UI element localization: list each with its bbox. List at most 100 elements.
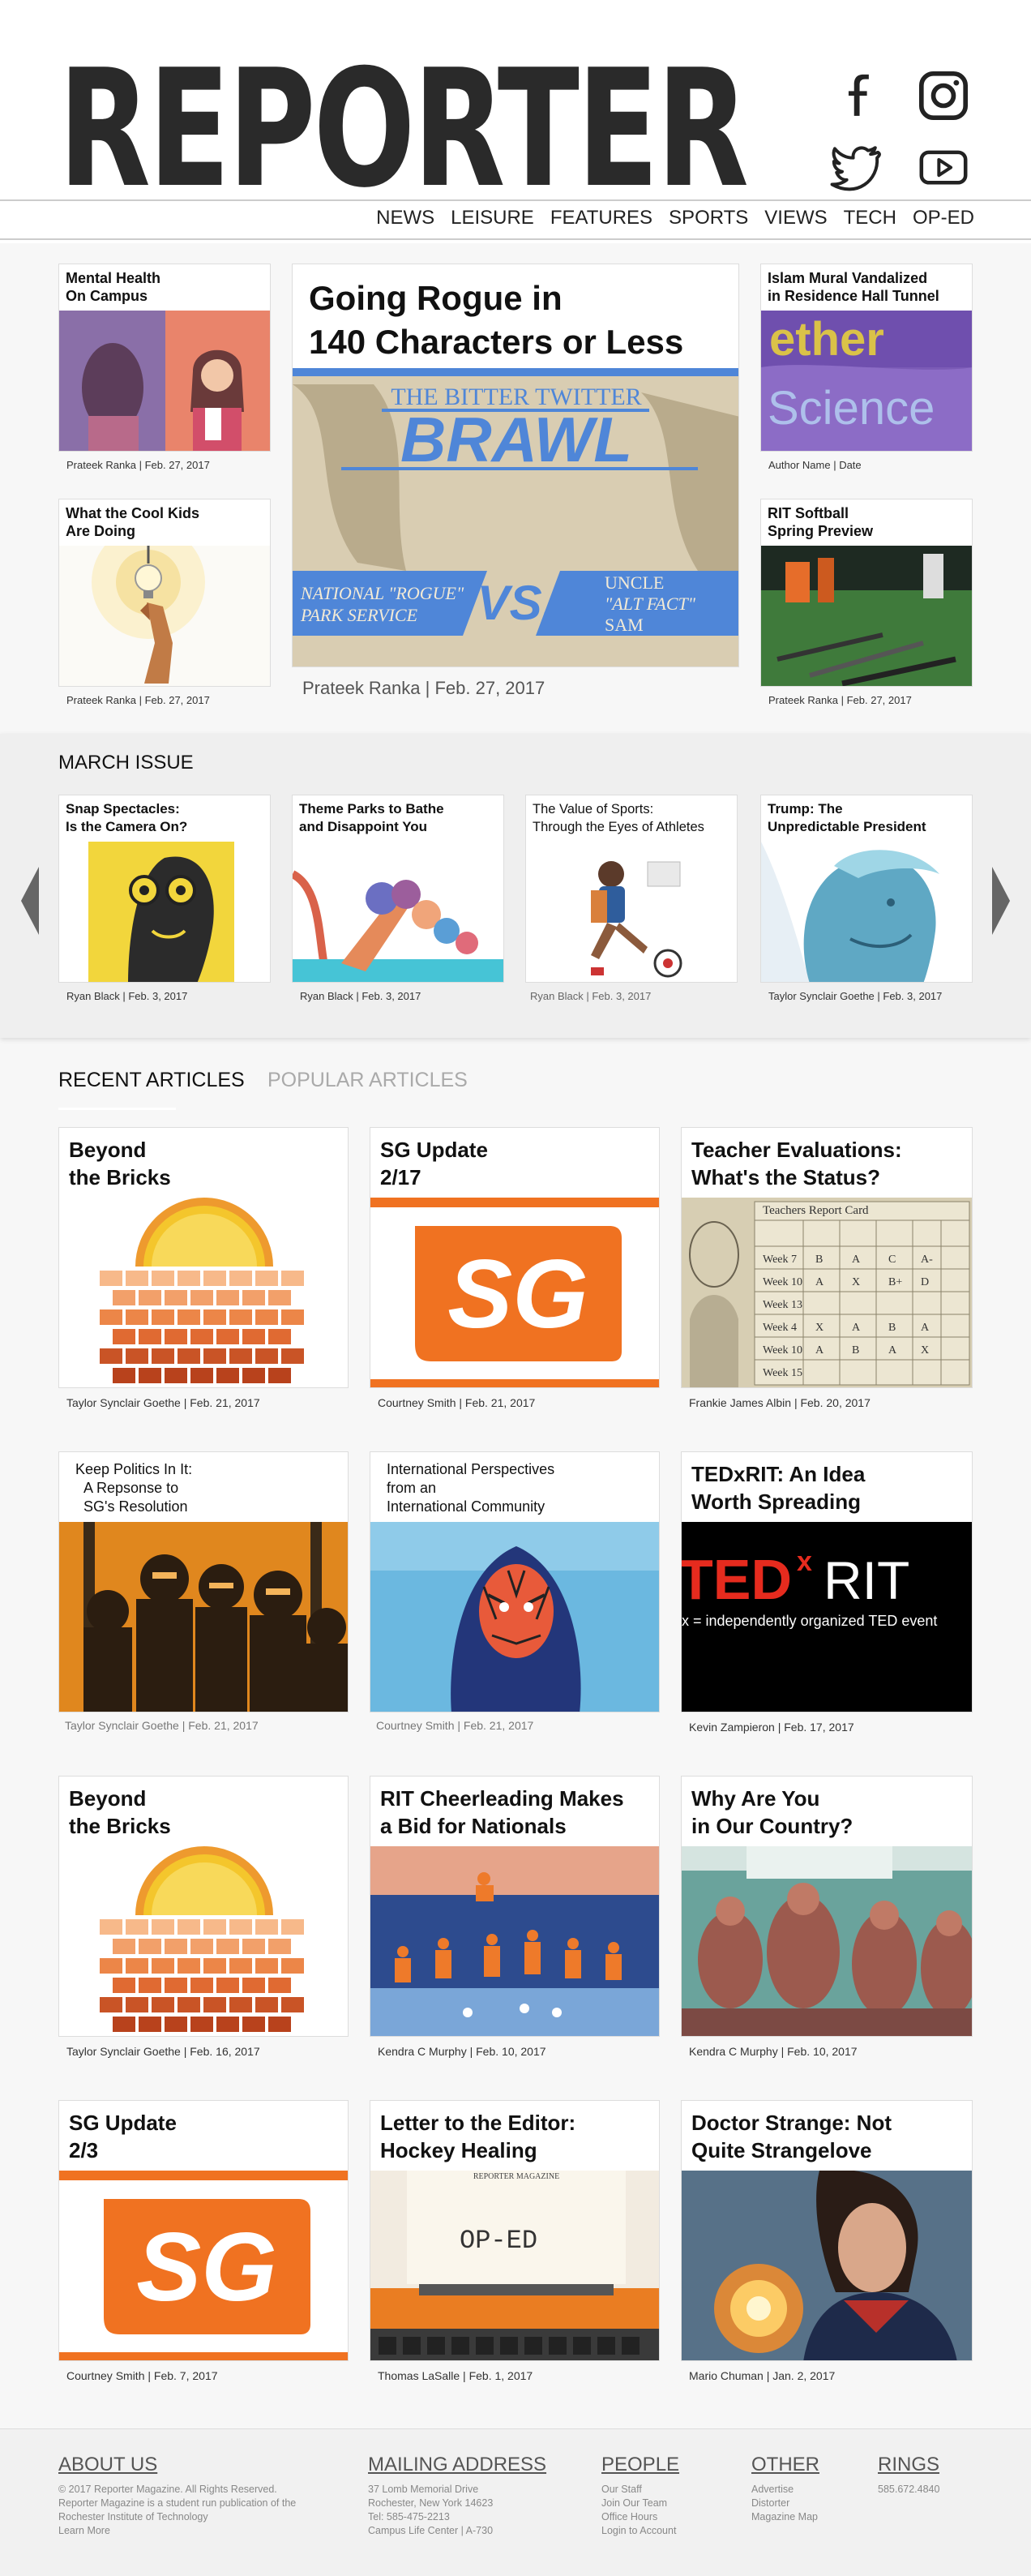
- nav-features[interactable]: FEATURES: [550, 207, 652, 229]
- tab-active-indicator: [58, 1108, 176, 1110]
- hero-image: THE BITTER TWITTER BRAWL VS. NATIONAL "R…: [293, 368, 738, 667]
- svg-text:SAM: SAM: [605, 615, 644, 635]
- image-masthead: REPORTER MAGAZINE: [473, 2172, 559, 2181]
- svg-text:B+: B+: [888, 1276, 902, 1288]
- footer-learn-more-link[interactable]: Learn More: [58, 2524, 296, 2538]
- svg-text:A: A: [921, 1322, 930, 1334]
- article-card[interactable]: Keep Politics In It: A Repsonse to SG's …: [58, 1451, 349, 1712]
- article-card-softball[interactable]: RIT Softball Spring Preview: [760, 499, 973, 687]
- article-title: Doctor Strange: Not Quite Strangelove: [691, 2111, 892, 2162]
- hero-image-main: BRAWL: [400, 404, 632, 475]
- article-card[interactable]: RIT Cheerleading Makes a Bid for Nationa…: [370, 1776, 660, 2037]
- carousel-prev-arrow[interactable]: [19, 867, 41, 935]
- nav-op-ed[interactable]: OP-ED: [913, 207, 974, 229]
- footer-link-our-staff[interactable]: Our Staff: [601, 2483, 679, 2497]
- article-image: [682, 2169, 972, 2360]
- march-card-value-sports[interactable]: The Value of Sports: Through the Eyes of…: [525, 795, 738, 983]
- footer-other-title[interactable]: OTHER: [751, 2454, 819, 2476]
- article-image: [59, 1846, 348, 2036]
- article-image: [682, 1846, 972, 2036]
- article-title: Mental Health On Campus: [66, 270, 161, 304]
- svg-text:ether: ether: [769, 313, 884, 366]
- footer-mailing-line: Rochester, New York 14623: [368, 2497, 494, 2509]
- footer-about-line: Rochester Institute of Technology: [58, 2511, 208, 2522]
- footer-link-advertise[interactable]: Advertise: [751, 2483, 819, 2497]
- article-byline: Thomas LaSalle | Feb. 1, 2017: [378, 2369, 533, 2382]
- footer-about-line: © 2017 Reporter Magazine. All Rights Res…: [58, 2484, 277, 2495]
- article-image: [761, 546, 972, 686]
- nav-tech[interactable]: TECH: [844, 207, 896, 229]
- article-title: Keep Politics In It: A Repsonse to SG's …: [75, 1461, 193, 1515]
- article-card[interactable]: SG Update 2/17 SG: [370, 1127, 660, 1388]
- svg-text:Science: Science: [768, 382, 935, 435]
- article-image: SG: [59, 2171, 348, 2360]
- youtube-icon[interactable]: [914, 138, 973, 196]
- article-card[interactable]: Letter to the Editor: Hockey Healing REP…: [370, 2100, 660, 2361]
- tab-popular-articles[interactable]: POPULAR ARTICLES: [267, 1069, 468, 1092]
- instagram-icon[interactable]: [914, 66, 973, 125]
- article-byline: Kevin Zampieron | Feb. 17, 2017: [689, 1721, 854, 1734]
- article-image: [59, 1198, 348, 1387]
- article-card-cool-kids[interactable]: What the Cool Kids Are Doing: [58, 499, 271, 687]
- svg-text:Week 7: Week 7: [763, 1254, 797, 1266]
- article-card[interactable]: TEDxRIT: An Idea Worth Spreading TED x R…: [681, 1451, 973, 1712]
- article-card[interactable]: Why Are You in Our Country?: [681, 1776, 973, 2037]
- article-title: The Value of Sports: Through the Eyes of…: [533, 802, 704, 834]
- article-card[interactable]: Teacher Evaluations: What's the Status? …: [681, 1127, 973, 1388]
- footer-people-title[interactable]: PEOPLE: [601, 2454, 679, 2476]
- footer-link-magazine-map[interactable]: Magazine Map: [751, 2510, 819, 2524]
- nav-news[interactable]: NEWS: [376, 207, 434, 229]
- footer-link-login[interactable]: Login to Account: [601, 2524, 679, 2538]
- svg-text:A: A: [815, 1276, 824, 1288]
- article-card[interactable]: Beyond the Bricks: [58, 1776, 349, 2037]
- footer-link-office-hours[interactable]: Office Hours: [601, 2510, 679, 2524]
- svg-text:Week 10: Week 10: [763, 1276, 802, 1288]
- svg-text:D: D: [921, 1276, 929, 1288]
- article-card[interactable]: Doctor Strange: Not Quite Strangelove: [681, 2100, 973, 2361]
- article-byline: Mario Chuman | Jan. 2, 2017: [689, 2369, 836, 2382]
- hero-byline: Prateek Ranka | Feb. 27, 2017: [302, 678, 545, 698]
- svg-text:UNCLE: UNCLE: [605, 572, 664, 593]
- nav-views[interactable]: VIEWS: [764, 207, 827, 229]
- article-card-islam-mural[interactable]: Islam Mural Vandalized in Residence Hall…: [760, 264, 973, 452]
- footer-mailing-line: 37 Lomb Memorial Drive: [368, 2484, 479, 2495]
- site-header: REPORTER NEWS LEISURE FEATURES SPORTS VI…: [0, 0, 1031, 243]
- svg-text:A-: A-: [921, 1254, 933, 1266]
- ted-logo-x: x: [797, 1546, 812, 1577]
- article-title: Snap Spectacles: Is the Camera On?: [66, 801, 188, 834]
- article-card-mental-health[interactable]: Mental Health On Campus: [58, 264, 271, 452]
- facebook-icon[interactable]: [827, 66, 885, 125]
- article-card[interactable]: SG Update 2/3 SG: [58, 2100, 349, 2361]
- footer-about-title[interactable]: ABOUT US: [58, 2454, 296, 2476]
- article-card[interactable]: Beyond the Bricks: [58, 1127, 349, 1388]
- article-title: What the Cool Kids Are Doing: [66, 505, 199, 539]
- article-card[interactable]: International Perspectives from an Inter…: [370, 1451, 660, 1712]
- article-title: Teacher Evaluations: What's the Status?: [691, 1138, 902, 1189]
- carousel-next-arrow[interactable]: [990, 867, 1012, 935]
- article-title: Theme Parks to Bathe and Disappoint You: [299, 801, 444, 834]
- footer-link-join[interactable]: Join Our Team: [601, 2497, 679, 2510]
- svg-text:X: X: [921, 1344, 929, 1357]
- article-image: [59, 1522, 348, 1712]
- svg-text:X: X: [815, 1322, 824, 1334]
- march-card-trump[interactable]: Trump: The Unpredictable President: [760, 795, 973, 983]
- twitter-icon[interactable]: [827, 138, 885, 196]
- article-image: [526, 842, 737, 982]
- site-logo[interactable]: REPORTER: [58, 49, 749, 211]
- nav-sports[interactable]: SPORTS: [669, 207, 748, 229]
- footer-rings-phone: 585.672.4840: [878, 2484, 940, 2495]
- march-card-theme-parks[interactable]: Theme Parks to Bathe and Disappoint You: [292, 795, 504, 983]
- footer-rings-title[interactable]: RINGS: [878, 2454, 939, 2476]
- article-title: International Perspectives from an Inter…: [387, 1461, 555, 1515]
- svg-text:Week 10: Week 10: [763, 1344, 802, 1357]
- article-byline: Frankie James Albin | Feb. 20, 2017: [689, 1396, 871, 1409]
- sg-logo-text: SG: [447, 1240, 588, 1348]
- march-card-snap[interactable]: Snap Spectacles: Is the Camera On?: [58, 795, 271, 983]
- hero-article-card[interactable]: Going Rogue in 140 Characters or Less TH…: [292, 264, 739, 667]
- svg-text:C: C: [888, 1254, 896, 1266]
- article-byline: Courtney Smith | Feb. 21, 2017: [376, 1719, 534, 1732]
- footer-link-distorter[interactable]: Distorter: [751, 2497, 819, 2510]
- footer-mailing-title[interactable]: MAILING ADDRESS: [368, 2454, 546, 2476]
- tab-recent-articles[interactable]: RECENT ARTICLES: [58, 1069, 245, 1092]
- nav-leisure[interactable]: LEISURE: [451, 207, 534, 229]
